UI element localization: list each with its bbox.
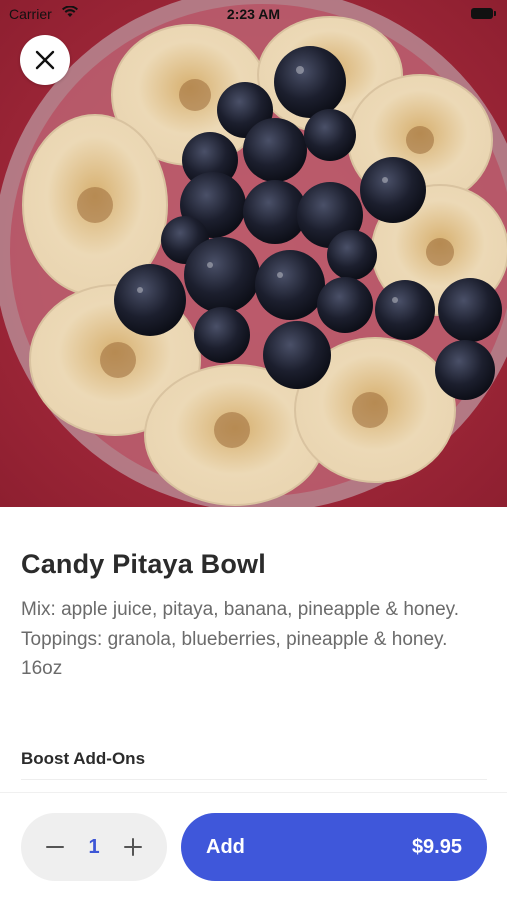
battery-icon (471, 8, 496, 19)
add-label: Add (206, 835, 245, 858)
decrement-button[interactable] (43, 835, 67, 859)
product-photo (0, 0, 507, 507)
plus-icon (124, 838, 142, 856)
description-toppings: Toppings: granola, blueberries, pineappl… (21, 628, 448, 650)
product-description: Mix: apple juice, pitaya, banana, pineap… (21, 595, 487, 684)
description-size: 16oz (21, 658, 63, 679)
increment-button[interactable] (121, 835, 145, 859)
quantity-value: 1 (88, 835, 100, 858)
status-bar: Carrier 2:23 AM (0, 0, 507, 28)
close-icon (35, 50, 55, 70)
product-image (0, 0, 507, 507)
close-button[interactable] (20, 35, 70, 85)
add-to-cart-button[interactable]: Add $9.95 (181, 813, 487, 881)
minus-icon (46, 846, 64, 848)
description-mix: Mix: apple juice, pitaya, banana, pineap… (21, 599, 460, 620)
divider (21, 779, 487, 780)
addons-section-title: Boost Add-Ons (21, 749, 146, 768)
quantity-stepper: 1 (21, 813, 167, 881)
product-title: Candy Pitaya Bowl (21, 549, 266, 579)
status-time: 2:23 AM (226, 6, 281, 22)
order-bar: 1 Add $9.95 (0, 792, 507, 900)
price-label: $9.95 (411, 835, 462, 858)
